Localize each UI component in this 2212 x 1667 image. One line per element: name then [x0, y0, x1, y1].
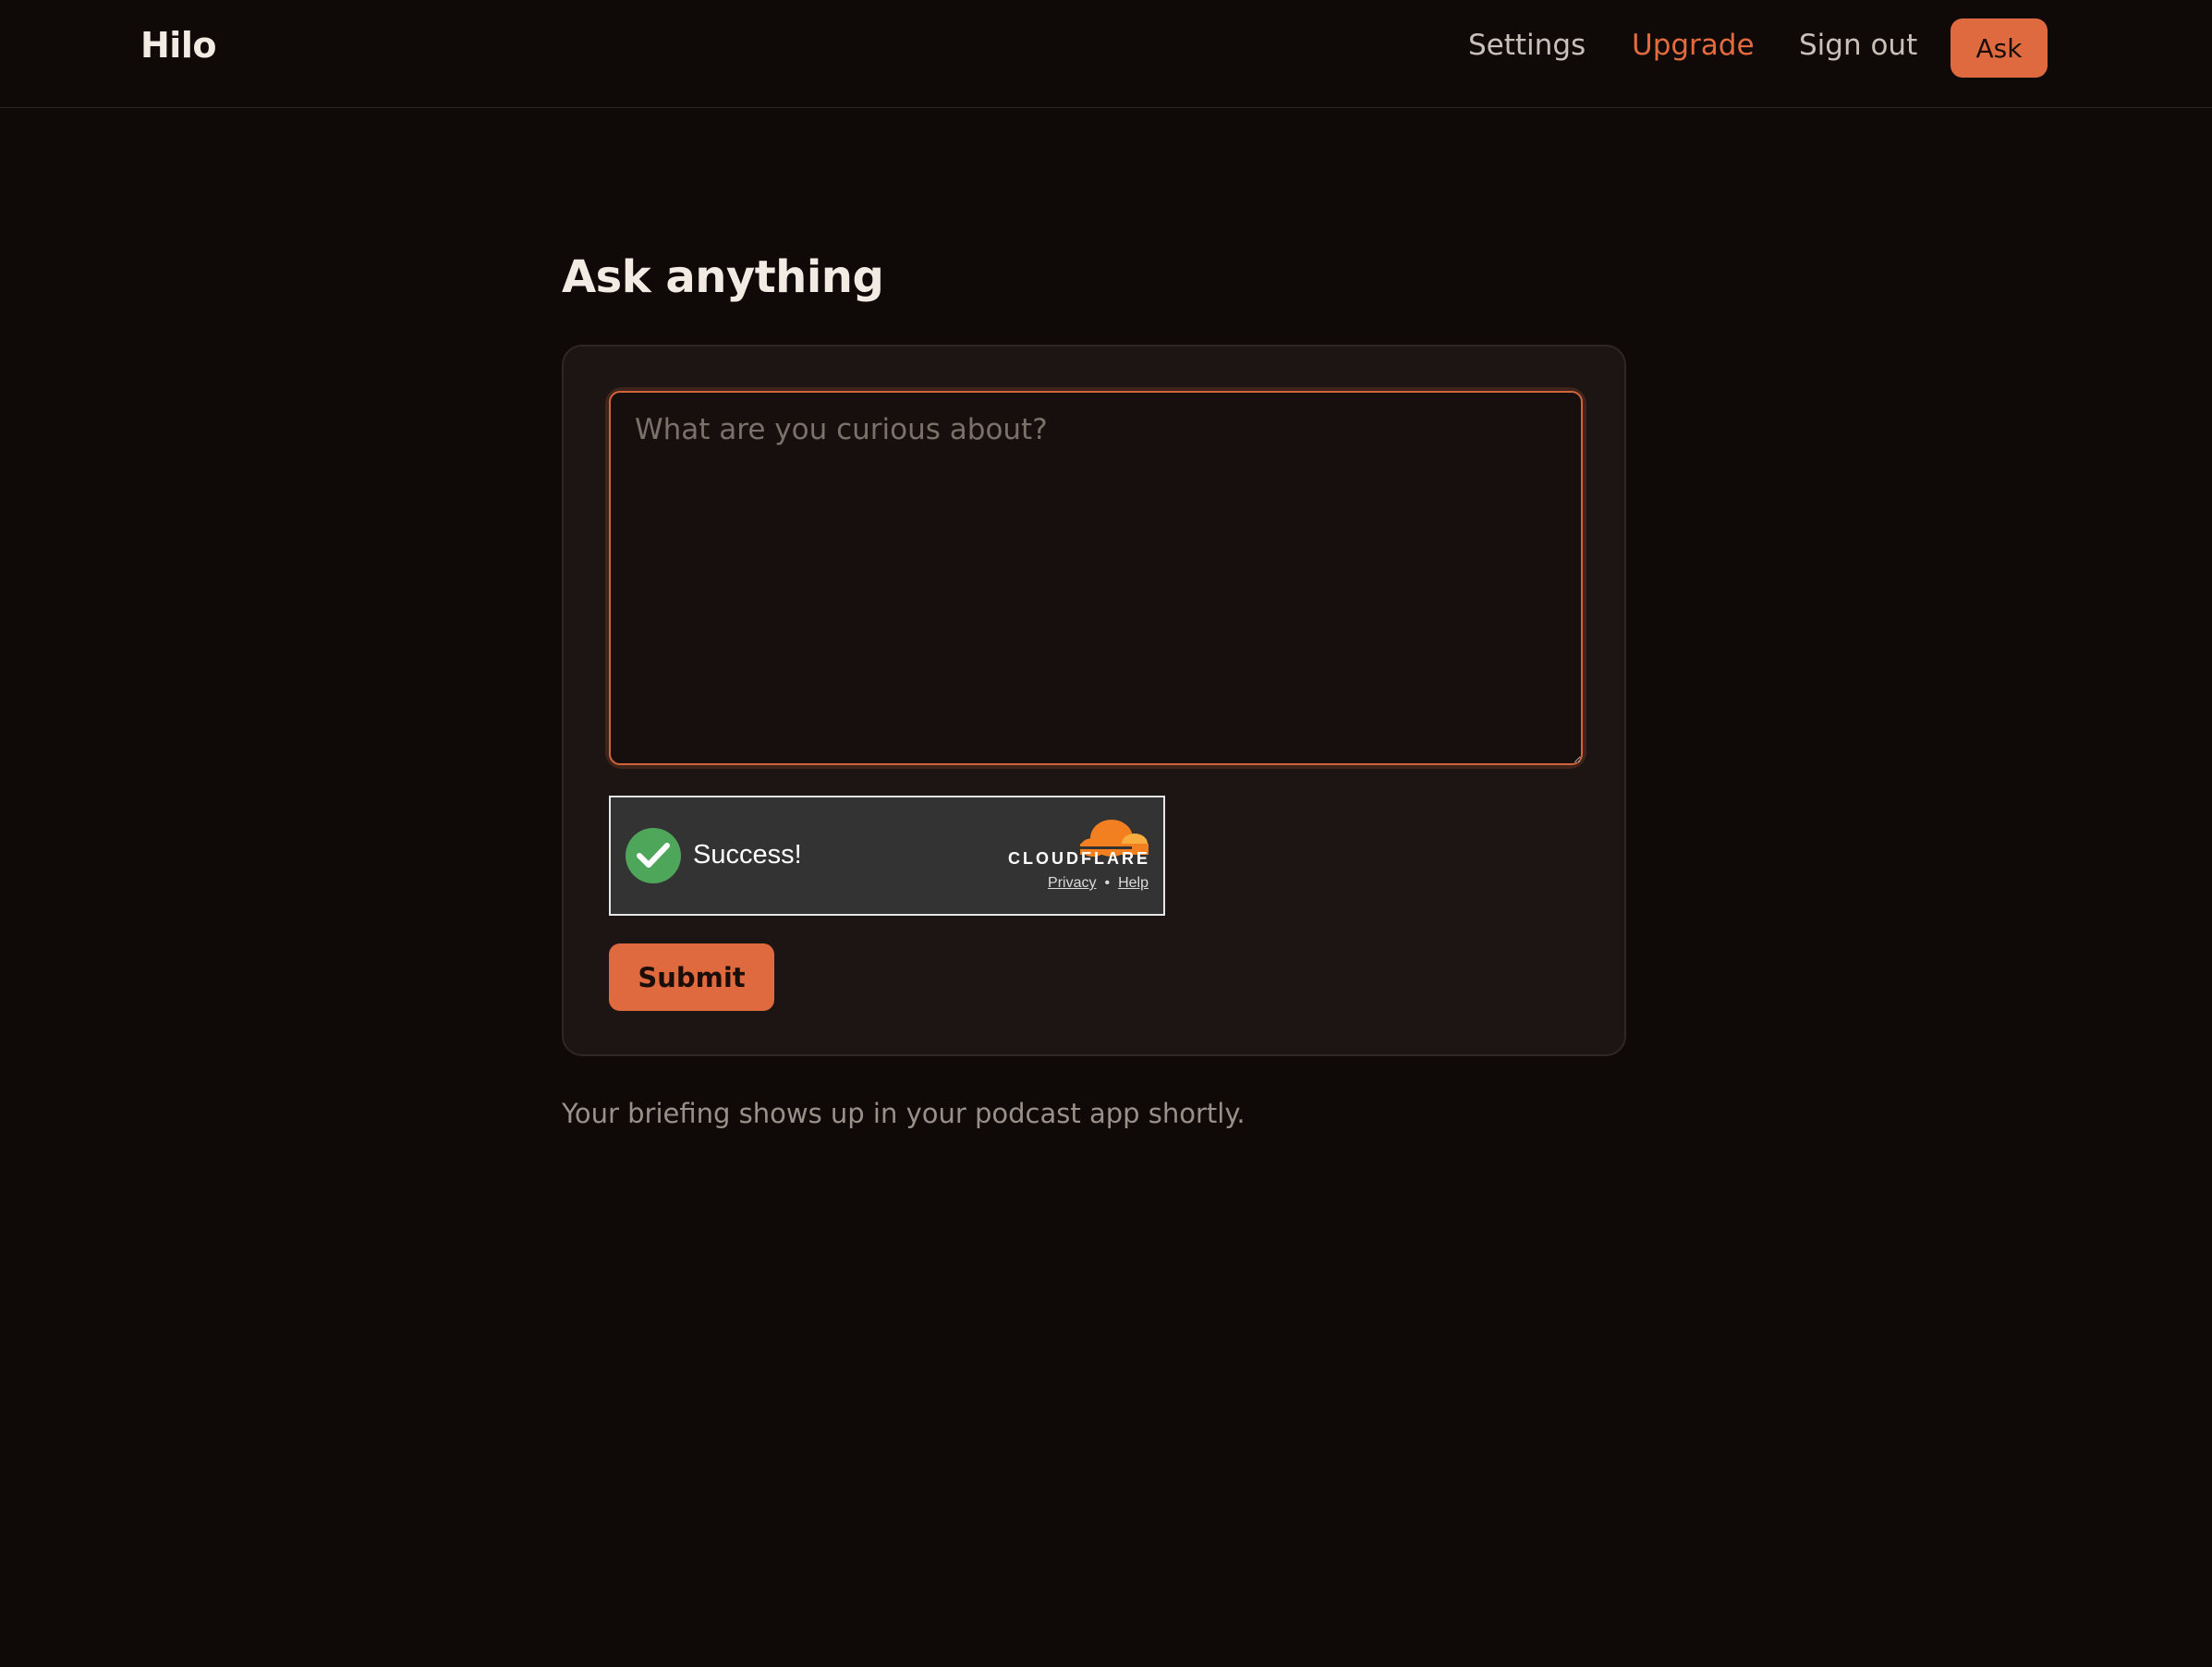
check-circle-icon: [626, 828, 681, 883]
captcha-help-link[interactable]: Help: [1118, 875, 1149, 892]
nav-settings-link[interactable]: Settings: [1468, 29, 1586, 62]
cloudflare-turnstile-widget[interactable]: Success! CLOUDFLARE Privacy • Help: [609, 796, 1165, 916]
captcha-links: Privacy • Help: [1048, 875, 1149, 892]
nav-upgrade-link[interactable]: Upgrade: [1632, 29, 1755, 62]
link-separator: •: [1104, 875, 1111, 891]
brand-logo[interactable]: Hilo: [140, 25, 216, 66]
captcha-status: Success!: [693, 840, 802, 870]
ask-page: Hilo Settings Upgrade Sign out Ask Ask a…: [0, 0, 2212, 1667]
cloudflare-wordmark: CLOUDFLARE: [1008, 849, 1150, 868]
question-textarea[interactable]: [609, 391, 1583, 765]
top-navigation: Hilo Settings Upgrade Sign out Ask: [0, 0, 2212, 108]
submit-button[interactable]: Submit: [609, 943, 774, 1011]
ask-form-card: Success! CLOUDFLARE Privacy • Help Submi…: [562, 345, 1626, 1056]
captcha-privacy-link[interactable]: Privacy: [1048, 875, 1096, 892]
question-field-focus-ring: [609, 391, 1583, 765]
page-title: Ask anything: [562, 251, 884, 303]
ask-button[interactable]: Ask: [1951, 18, 2048, 78]
briefing-note: Your briefing shows up in your podcast a…: [562, 1098, 1246, 1129]
nav-sign-out-link[interactable]: Sign out: [1799, 29, 1917, 62]
